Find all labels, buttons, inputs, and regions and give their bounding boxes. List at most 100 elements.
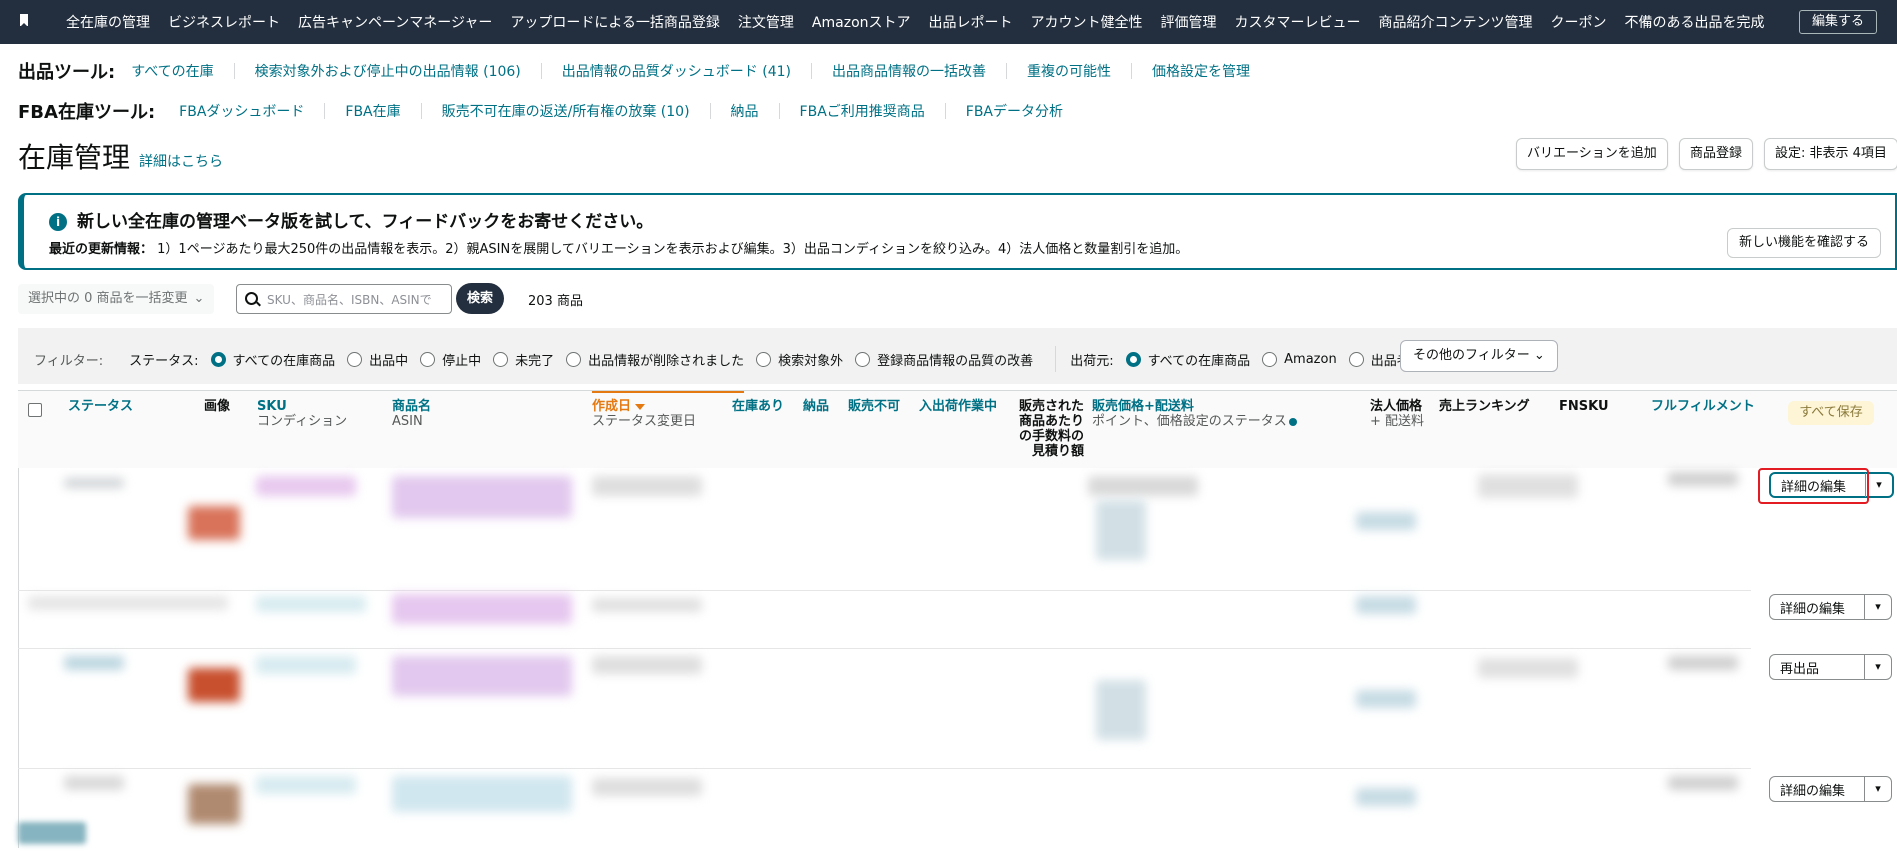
- divider: [1130, 63, 1132, 79]
- relist-label: 再出品: [1780, 661, 1820, 677]
- col-fee-line: 見積り額: [1031, 444, 1084, 459]
- product-thumbnail: [188, 506, 240, 540]
- check-new-features-button[interactable]: 新しい機能を確認する: [1726, 228, 1881, 258]
- table-header: ステータス 画像 SKU コンディション 商品名 ASIN 作成日 ステータス変…: [18, 390, 1897, 469]
- settings-button[interactable]: 設定: 非表示 4項目: [1764, 138, 1897, 170]
- fba-tools-link[interactable]: FBAダッシュボード: [179, 101, 304, 121]
- fba-tools-link[interactable]: FBAご利用推奨商品: [800, 101, 925, 121]
- table-row-blur: [256, 476, 356, 496]
- listing-tools-link[interactable]: 出品情報の品質ダッシュボード (41): [562, 61, 791, 81]
- filter-row: フィルター: ステータス: すべての在庫商品 出品中 停止中 未完了 出品情報が…: [34, 346, 1410, 372]
- col-price-sub-text: ポイント、価格設定のステータス: [1092, 414, 1287, 429]
- nav-item[interactable]: 注文管理: [738, 12, 794, 32]
- nav-item[interactable]: クーポン: [1551, 12, 1607, 32]
- fba-tools-link[interactable]: FBA在庫: [345, 101, 400, 121]
- fba-tools-link[interactable]: 納品: [731, 101, 759, 121]
- add-variation-button[interactable]: バリエーションを追加: [1516, 138, 1668, 170]
- col-sku-label: SKU: [257, 399, 287, 414]
- listing-tools-link[interactable]: 価格設定を管理: [1152, 61, 1250, 81]
- table-row-blur: [392, 776, 572, 812]
- fulfillment-radio-amazon[interactable]: [1262, 351, 1278, 367]
- col-unfulfillable[interactable]: 販売不可: [848, 399, 900, 414]
- more-filters-button[interactable]: その他のフィルター ⌄: [1400, 340, 1558, 372]
- col-price-sub: ポイント、価格設定のステータス: [1092, 414, 1297, 429]
- nav-items: 全在庫の管理 ビジネスレポート 広告キャンペーンマネージャー アップロードによる…: [66, 0, 1783, 44]
- edit-details-button[interactable]: 詳細の編集 ▾: [1769, 776, 1892, 802]
- listing-tools-link[interactable]: 出品商品情報の一括改善: [832, 61, 986, 81]
- search-button[interactable]: 検索: [456, 283, 504, 314]
- table-row-blur: [392, 656, 572, 696]
- status-option-label: すべての在庫商品: [232, 353, 336, 369]
- status-option-label: 停止中: [442, 353, 482, 369]
- table-row-blur: [392, 476, 572, 518]
- nav-item[interactable]: 出品レポート: [929, 12, 1013, 32]
- fulfillment-option-label: すべての在庫商品: [1147, 353, 1251, 369]
- fulfillment-filter-label: 出荷元:: [1070, 353, 1114, 369]
- status-radio-all[interactable]: [210, 351, 226, 367]
- search-input[interactable]: [265, 287, 449, 313]
- col-in-stock[interactable]: 在庫あり: [732, 399, 784, 414]
- nav-item[interactable]: 商品紹介コンテンツ管理: [1379, 12, 1533, 32]
- chevron-down-icon[interactable]: ▾: [1865, 473, 1892, 497]
- edit-details-button[interactable]: 詳細の編集 ▾: [1769, 594, 1892, 620]
- status-radio-removed[interactable]: [566, 351, 582, 367]
- table-row-blur: [392, 594, 572, 624]
- col-name-sub: ASIN: [392, 414, 423, 429]
- listing-tools-link[interactable]: すべての在庫: [131, 61, 213, 81]
- table-row-blur: [1478, 474, 1578, 498]
- col-created[interactable]: 作成日 ステータス変更日: [592, 399, 696, 429]
- nav-item[interactable]: 広告キャンペーンマネージャー: [298, 12, 492, 32]
- col-price[interactable]: 販売価格+配送料 ポイント、価格設定のステータス: [1092, 399, 1297, 429]
- fulfillment-radio-merchant[interactable]: [1348, 351, 1364, 367]
- listing-tools-link[interactable]: 重複の可能性: [1027, 61, 1111, 81]
- fulfillment-radio-all[interactable]: [1125, 351, 1141, 367]
- nav-edit-button[interactable]: 編集する: [1798, 10, 1877, 34]
- nav-item[interactable]: アカウント健全性: [1031, 12, 1143, 32]
- relist-button[interactable]: 再出品 ▾: [1769, 654, 1892, 680]
- select-all-checkbox[interactable]: [28, 403, 42, 417]
- col-price-label: 販売価格+配送料: [1092, 399, 1194, 414]
- status-radio-quality[interactable]: [855, 351, 871, 367]
- nav-item[interactable]: カスタマーレビュー: [1235, 12, 1361, 32]
- chevron-down-icon[interactable]: ▾: [1864, 595, 1891, 619]
- nav-item[interactable]: 全在庫の管理: [66, 12, 150, 32]
- col-name[interactable]: 商品名 ASIN: [392, 399, 431, 429]
- col-fee-line: 販売された: [1018, 399, 1084, 414]
- chevron-down-icon: ⌄: [193, 291, 205, 306]
- bookmark-icon[interactable]: [20, 14, 28, 27]
- divider: [18, 648, 1751, 649]
- col-status[interactable]: ステータス: [68, 399, 133, 414]
- nav-item[interactable]: アップロードによる一括商品登録: [510, 12, 720, 32]
- col-sku[interactable]: SKU コンディション: [257, 399, 347, 429]
- col-inbound[interactable]: 納品: [803, 399, 829, 414]
- nav-item[interactable]: 評価管理: [1161, 12, 1217, 32]
- status-radio-inactive[interactable]: [420, 351, 436, 367]
- table-row-blur: [64, 478, 124, 488]
- chevron-down-icon[interactable]: ▾: [1864, 777, 1891, 801]
- bulk-action-dropdown[interactable]: 選択中の 0 商品を一括変更 ⌄: [18, 284, 214, 314]
- listing-tools-link[interactable]: 検索対象外および停止中の出品情報 (106): [255, 61, 521, 81]
- product-thumbnail: [188, 784, 240, 824]
- col-created-sub: ステータス変更日: [592, 414, 697, 429]
- status-radio-suppressed[interactable]: [756, 351, 772, 367]
- search-box: [236, 284, 452, 314]
- save-all-button[interactable]: すべて保存: [1788, 401, 1874, 425]
- sort-desc-icon: [635, 403, 646, 410]
- learn-more-link[interactable]: 詳細はこちら: [139, 151, 223, 171]
- nav-item[interactable]: ビジネスレポート: [168, 12, 280, 32]
- fba-tools-link[interactable]: FBAデータ分析: [966, 101, 1063, 121]
- nav-item[interactable]: 不備のある出品を完成: [1625, 12, 1765, 32]
- chevron-down-icon[interactable]: ▾: [1864, 655, 1891, 679]
- status-option-label: 検索対象外: [778, 353, 844, 369]
- nav-item[interactable]: Amazonストア: [812, 12, 911, 32]
- status-radio-active[interactable]: [347, 351, 363, 367]
- beta-banner: i 新しい全在庫の管理ベータ版を試して、フィードバックをお寄せください。 最近の…: [18, 193, 1897, 270]
- fba-tools-link[interactable]: 販売不可在庫の返送/所有権の放棄 (10): [442, 101, 690, 121]
- info-icon[interactable]: [1288, 417, 1297, 426]
- col-fulfillment[interactable]: フルフィルメント: [1651, 399, 1755, 414]
- add-product-button[interactable]: 商品登録: [1679, 138, 1754, 170]
- col-reserved[interactable]: 入出荷作業中: [919, 399, 997, 414]
- status-radio-incomplete[interactable]: [493, 351, 509, 367]
- col-fee-line: 商品あたり: [1018, 414, 1084, 429]
- more-filters-label: その他のフィルター: [1413, 348, 1530, 363]
